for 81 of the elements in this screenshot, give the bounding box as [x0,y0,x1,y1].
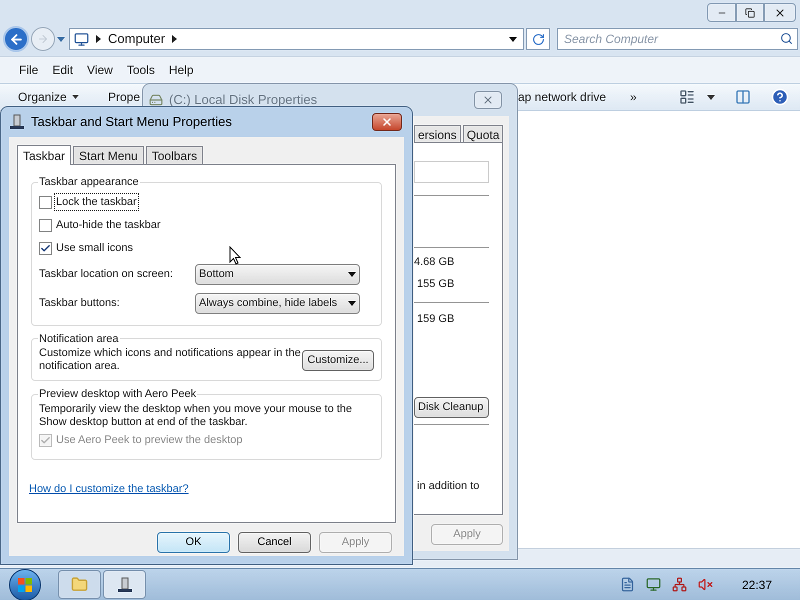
field-label: Taskbar location on screen: [39,266,174,282]
tab[interactable]: Toolbars [146,146,204,164]
taskbar-button[interactable] [103,570,146,599]
close-button[interactable] [764,3,796,22]
disk-cleanup-button[interactable]: Disk Cleanup [414,397,489,418]
toolbar-button[interactable]: » [630,88,637,106]
menu-item[interactable]: View [87,61,113,79]
dropdown-arrow-icon [348,300,356,306]
label-field[interactable] [414,161,489,183]
network-error-icon[interactable] [672,577,687,592]
help-link[interactable]: How do I customize the taskbar? [29,480,382,497]
computer-icon [74,32,89,46]
windows-logo-icon [17,576,33,592]
toolbar-button[interactable]: Organize [18,88,79,106]
close-icon [482,94,494,106]
refresh-button[interactable] [526,28,550,50]
tab[interactable]: Taskbar [17,145,72,165]
description-text: in addition to [416,479,480,494]
address-location[interactable]: Computer [108,29,166,49]
description-text: Customize which icons and notifications appear in the notification area. [39,347,301,373]
checkbox[interactable] [39,242,52,254]
refresh-icon [532,32,544,46]
drive-icon [149,93,163,107]
toolbar-button[interactable]: ap network drive [518,88,606,106]
history-caret-icon[interactable] [57,36,65,42]
dialog-button[interactable]: OK [157,532,230,553]
menu-item[interactable]: File [19,61,38,79]
taskbar-properties-icon [116,576,132,592]
breadcrumb-arrow-icon [96,35,101,43]
address-bar[interactable]: Computer [69,28,524,50]
dialog-button[interactable]: Cancel [238,532,311,553]
dropdown-arrow-icon[interactable] [707,94,715,100]
toolbar-button[interactable]: Prope [108,88,140,106]
checkbox[interactable] [39,196,52,208]
group-title: Taskbar appearance [38,175,140,190]
clock[interactable]: 22:37 [742,576,772,594]
taskbar-properties-icon [9,114,25,130]
views-icon[interactable] [679,89,695,105]
forward-arrow-icon [37,33,49,45]
checkbox-label: Use small icons [55,240,134,256]
tab[interactable]: Start Menu [73,146,144,164]
tab[interactable]: ersions [414,125,461,142]
dropdown-arrow-icon [72,95,79,99]
menu-item[interactable]: Help [168,61,194,79]
checkbox-label: Use Aero Peek to preview the desktop [55,432,244,448]
checkbox[interactable] [39,218,52,232]
dropdown-arrow-icon [348,272,356,276]
volume-muted-icon[interactable] [698,577,713,592]
back-button[interactable] [3,26,29,52]
dropdown[interactable]: Always combine, hide labels [195,292,360,314]
preview-pane-icon[interactable] [735,89,751,105]
folder-icon [71,576,88,593]
size-value: 4.68 GB [414,255,456,270]
search-field[interactable]: Search Computer [557,28,798,50]
size-value: 155 GB [416,277,456,292]
tab[interactable]: Quota [462,125,504,142]
group-title: Preview desktop with Aero Peek [38,387,198,402]
breadcrumb-arrow-icon [172,35,178,43]
customize-button[interactable]: Customize... [302,350,374,370]
restore-icon [745,8,755,18]
document-icon[interactable] [620,577,635,592]
size-value: 159 GB [416,312,456,327]
menu-item[interactable]: Edit [52,61,74,79]
close-icon [774,6,786,18]
dropdown-arrow-icon[interactable] [509,36,517,42]
mouse-pointer-icon [229,246,241,265]
dropdown[interactable]: Bottom [195,264,360,284]
start-button[interactable] [9,568,41,600]
help-icon[interactable] [771,88,789,106]
menu-item[interactable]: Tools [126,61,155,79]
search-icon[interactable] [780,32,793,45]
checkbox-label: Auto-hide the taskbar [55,218,162,233]
dialog-title: (C:) Local Disk Properties [169,91,318,110]
description-text: Temporarily view the desktop when you move your mouse to the Show desktop button at end of the taskbar. [39,402,354,428]
group-title: Notification area [38,332,120,346]
field-label: Taskbar buttons: [39,296,121,311]
checkbox-label: Lock the taskbar [55,194,138,210]
close-icon [381,116,393,128]
close-button[interactable] [372,113,402,131]
dialog-title: Taskbar and Start Menu Properties [31,113,232,132]
restore-button[interactable] [736,3,764,22]
